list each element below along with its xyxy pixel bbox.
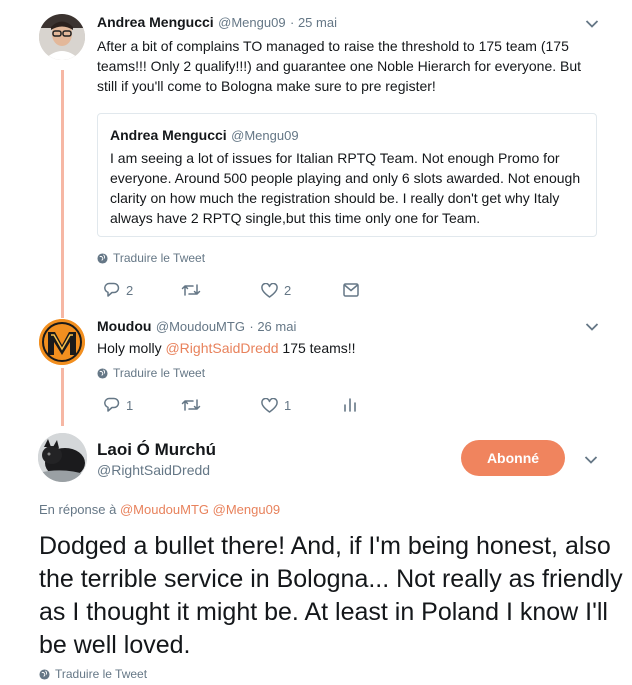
author-name[interactable]: Laoi Ó Murchú xyxy=(97,440,216,460)
translate-link[interactable]: Traduire le Tweet xyxy=(97,366,205,380)
translate-label: Traduire le Tweet xyxy=(113,366,206,380)
tweet-text-before: Holy molly xyxy=(97,340,166,356)
reply-context: En réponse à @MoudouMTG @Mengu09 xyxy=(39,502,280,517)
reply-count: 2 xyxy=(126,282,134,298)
quote-text: I am seeing a lot of issues for Italian … xyxy=(110,150,581,226)
author-handle[interactable]: @MoudouMTG xyxy=(156,319,245,334)
reply-button[interactable]: 2 xyxy=(103,282,181,298)
translate-label: Traduire le Tweet xyxy=(55,667,148,681)
mention-link[interactable]: @MoudouMTG xyxy=(120,502,209,517)
quote-author-name: Andrea Mengucci xyxy=(110,127,227,143)
tweet-actions: 1 1 xyxy=(103,397,357,413)
main-tweet-text: Dodged a bullet there! And, if I'm being… xyxy=(39,532,623,659)
avatar[interactable] xyxy=(39,14,85,60)
like-icon xyxy=(261,282,278,298)
globe-icon xyxy=(39,668,50,680)
reply-count: 1 xyxy=(126,397,134,413)
tweet2-header: Moudou @MoudouMTG · 26 mai xyxy=(97,318,296,336)
reply-icon xyxy=(104,282,120,297)
translate-link[interactable]: Traduire le Tweet xyxy=(97,251,205,265)
like-icon xyxy=(261,397,278,413)
like-button[interactable]: 2 xyxy=(261,282,343,298)
author-name[interactable]: Moudou xyxy=(97,318,151,334)
tweet-actions: 2 2 xyxy=(103,282,359,298)
globe-icon xyxy=(97,252,108,264)
author-handle[interactable]: @RightSaidDredd xyxy=(97,462,210,478)
analytics-button[interactable] xyxy=(343,398,357,412)
mention-link[interactable]: @Mengu09 xyxy=(213,502,280,517)
reply-button[interactable]: 1 xyxy=(103,397,181,413)
tweet-text: After a bit of complains TO managed to r… xyxy=(97,38,582,94)
tweet-date[interactable]: · 25 mai xyxy=(290,15,337,30)
quote-author-handle: @Mengu09 xyxy=(231,128,299,143)
chevron-down-icon[interactable] xyxy=(584,455,598,465)
avatar[interactable] xyxy=(39,319,85,365)
like-count: 1 xyxy=(284,397,292,413)
translate-label: Traduire le Tweet xyxy=(113,251,206,265)
tweet-text: Holy molly @RightSaidDredd 175 teams!! xyxy=(97,338,356,358)
retweet-button[interactable] xyxy=(181,398,261,412)
reply-prefix: En réponse à xyxy=(39,502,117,517)
analytics-icon xyxy=(344,398,356,412)
retweet-button[interactable] xyxy=(181,283,261,297)
like-button[interactable]: 1 xyxy=(261,397,343,413)
retweet-icon xyxy=(181,399,201,411)
chevron-down-icon[interactable] xyxy=(585,19,599,29)
message-button[interactable] xyxy=(343,283,359,297)
quoted-tweet[interactable]: Andrea Mengucci @Mengu09 I am seeing a l… xyxy=(97,113,597,237)
author-handle[interactable]: @Mengu09 xyxy=(218,15,285,30)
tweet-date[interactable]: · 26 mai xyxy=(249,319,296,334)
mention-link[interactable]: @RightSaidDredd xyxy=(165,340,278,356)
message-icon xyxy=(343,283,359,297)
avatar[interactable] xyxy=(38,433,87,482)
tweet-text-after: 175 teams!! xyxy=(278,340,356,356)
tweet1-header: Andrea Mengucci @Mengu09 · 25 mai xyxy=(97,14,337,32)
globe-icon xyxy=(97,367,108,379)
chevron-down-icon[interactable] xyxy=(585,322,599,332)
translate-link[interactable]: Traduire le Tweet xyxy=(39,667,147,681)
author-name[interactable]: Andrea Mengucci xyxy=(97,14,214,30)
retweet-icon xyxy=(181,284,201,296)
like-count: 2 xyxy=(284,282,292,298)
reply-icon xyxy=(104,397,120,412)
follow-button[interactable]: Abonné xyxy=(461,440,565,476)
thread-line xyxy=(61,368,64,426)
thread-line xyxy=(61,70,64,318)
